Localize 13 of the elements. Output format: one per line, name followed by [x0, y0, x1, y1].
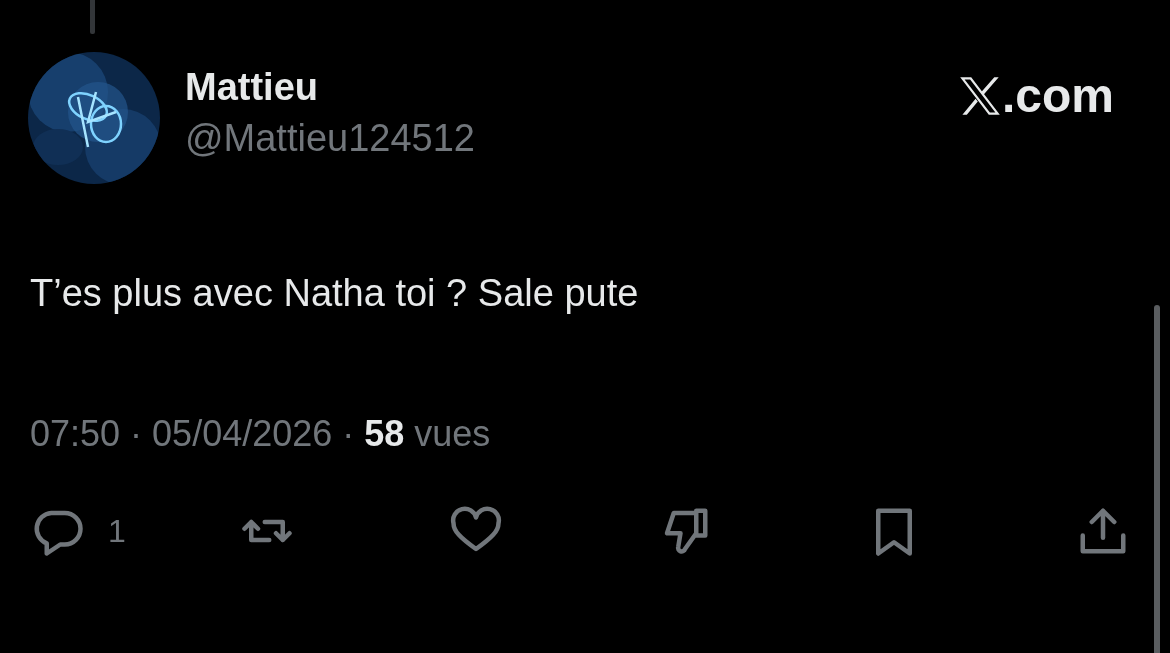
author-name[interactable]: Mattieu: [185, 66, 475, 109]
site-name: .com: [1001, 68, 1114, 123]
reply-count: 1: [108, 512, 126, 550]
author-handle[interactable]: @Mattieu124512: [185, 117, 475, 160]
separator: ·: [130, 413, 143, 455]
x-logo-icon: [957, 75, 1002, 116]
views-label: vues: [414, 413, 491, 455]
post-time[interactable]: 07:50: [30, 413, 121, 455]
post-text: T’es plus avec Natha toi ? Sale pute: [30, 272, 640, 315]
scrollbar[interactable]: [1154, 305, 1160, 653]
view-count: 58: [364, 413, 405, 455]
separator: ·: [342, 413, 355, 455]
post-date[interactable]: 05/04/2026: [152, 413, 333, 455]
